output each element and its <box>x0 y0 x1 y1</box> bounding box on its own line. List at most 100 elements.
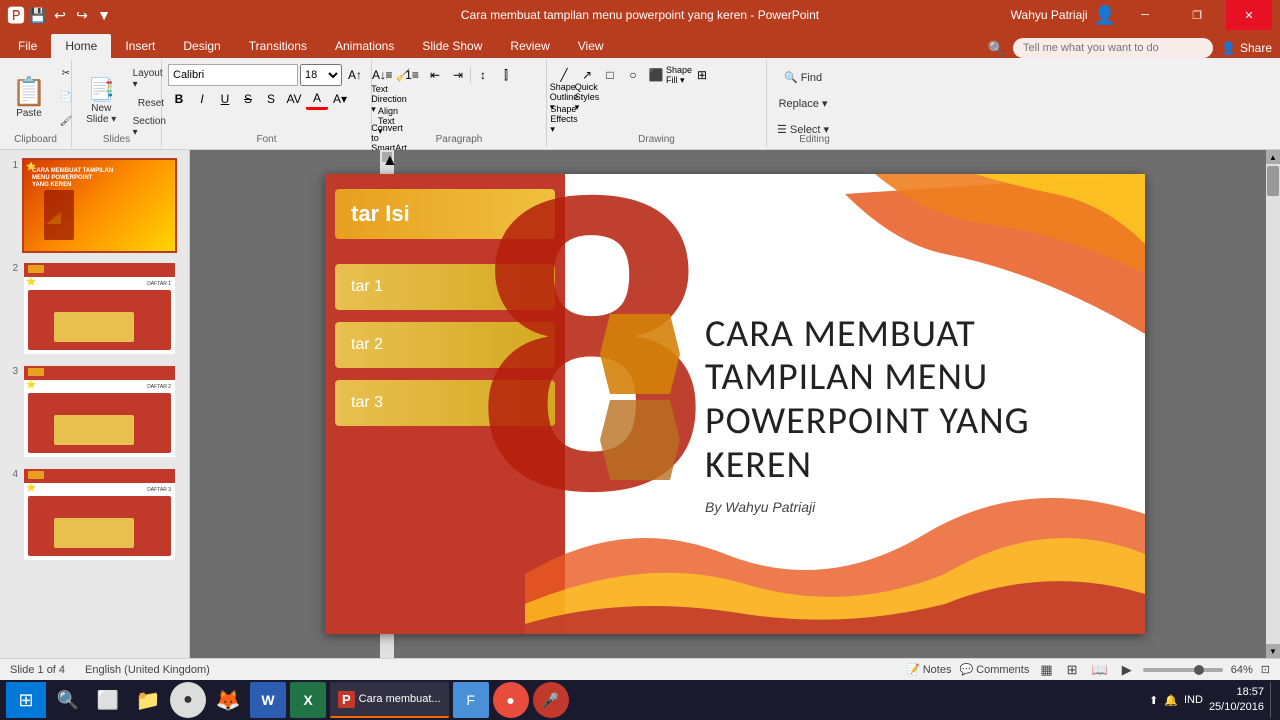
slide-preview-4[interactable]: DAFTAR 3 ⭐ <box>22 467 177 562</box>
tab-slide-show[interactable]: Slide Show <box>408 34 496 58</box>
tab-file[interactable]: File <box>4 34 51 58</box>
paste-button[interactable]: 📋 Paste <box>6 67 52 127</box>
taskbar-chrome-icon[interactable]: ● <box>170 682 206 718</box>
zoom-slider[interactable] <box>1143 668 1223 672</box>
main-area: 1 CARA MEMBUAT TAMPILANMENU POWERPOINTYA… <box>0 150 1280 658</box>
ribbon-tabs: File Home Insert Design Transitions Anim… <box>0 30 1280 58</box>
taskbar-show-desktop[interactable]: ⬆ <box>1149 694 1158 707</box>
taskbar-app5-icon[interactable]: F <box>453 682 489 718</box>
shadow-button[interactable]: S <box>260 88 282 110</box>
slide-preview-2[interactable]: DAFTAR 1 ⭐ <box>22 261 177 356</box>
user-name: Wahyu Patriaji <box>1011 8 1088 22</box>
arrange-button[interactable]: ⊞ <box>691 64 713 86</box>
start-button[interactable]: ⊞ <box>6 682 46 718</box>
font-label: Font <box>162 134 371 145</box>
normal-view-button[interactable]: ▦ <box>1037 662 1055 678</box>
taskbar-firefox-icon[interactable]: 🦊 <box>210 682 246 718</box>
slide-canvas[interactable]: tar Isi tar 1 tar 2 tar 3 8 <box>325 174 1145 634</box>
tab-insert[interactable]: Insert <box>111 34 169 58</box>
italic-button[interactable]: I <box>191 88 213 110</box>
minimize-button[interactable]: ─ <box>1122 0 1168 30</box>
drawing-label: Drawing <box>547 134 766 145</box>
tab-review[interactable]: Review <box>496 34 563 58</box>
shape-oval-icon[interactable]: ○ <box>622 64 644 86</box>
highlight-button[interactable]: A▾ <box>329 88 351 110</box>
strikethrough-button[interactable]: S <box>237 88 259 110</box>
restore-button[interactable]: ❐ <box>1174 0 1220 30</box>
customize-qat-icon[interactable]: ▼ <box>96 7 112 23</box>
slide4-label: DAFTAR 3 <box>147 487 171 493</box>
language-status: English (United Kingdom) <box>85 664 210 676</box>
wave-bottom-decoration <box>525 454 1145 634</box>
tab-transitions[interactable]: Transitions <box>235 34 321 58</box>
shape-effects-button[interactable]: Shape Effects ▾ <box>553 108 575 130</box>
title-bar-right: Wahyu Patriaji 👤 ─ ❐ ✕ <box>1011 0 1272 30</box>
shape-more-icon[interactable]: ⬛ <box>645 64 667 86</box>
tab-home[interactable]: Home <box>51 34 111 58</box>
slide-num-4: 4 <box>4 467 18 480</box>
title-bar-left: 🅿 💾 ↩ ↪ ▼ <box>8 7 112 23</box>
taskbar-explorer-icon[interactable]: 📁 <box>130 682 166 718</box>
taskbar-ppt-active[interactable]: P Cara membuat... <box>330 682 449 718</box>
slide-sorter-button[interactable]: ⊞ <box>1064 662 1081 678</box>
taskbar-app6-icon[interactable]: ● <box>493 682 529 718</box>
taskbar-excel-icon[interactable]: X <box>290 682 326 718</box>
canvas-scrollbar[interactable]: ▲ ▼ <box>1266 150 1280 658</box>
undo-icon[interactable]: ↩ <box>52 7 68 23</box>
taskbar-search-icon[interactable]: 🔍 <box>50 682 86 718</box>
tell-me-input[interactable] <box>1013 38 1213 58</box>
font-name-input[interactable] <box>168 64 298 86</box>
bold-button[interactable]: B <box>168 88 190 110</box>
tab-animations[interactable]: Animations <box>321 34 408 58</box>
comments-button[interactable]: 💬 Comments <box>959 663 1029 676</box>
slide-thumb-1[interactable]: 1 CARA MEMBUAT TAMPILANMENU POWERPOINTYA… <box>4 158 185 253</box>
columns-button[interactable]: ⫿ <box>495 64 517 86</box>
save-icon[interactable]: 💾 <box>30 7 46 23</box>
comments-icon: 💬 <box>959 663 973 676</box>
powerpoint-logo-icon: 🅿 <box>8 7 24 23</box>
underline-button[interactable]: U <box>214 88 236 110</box>
taskbar-taskview-icon[interactable]: ⬜ <box>90 682 126 718</box>
show-desktop-button[interactable] <box>1270 682 1274 718</box>
reading-view-button[interactable]: 📖 <box>1089 662 1111 678</box>
slide-thumb-2[interactable]: 2 DAFTAR 1 ⭐ <box>4 261 185 356</box>
redo-icon[interactable]: ↪ <box>74 7 90 23</box>
decrease-indent-button[interactable]: ⇤ <box>424 64 446 86</box>
slide-preview-1[interactable]: CARA MEMBUAT TAMPILANMENU POWERPOINTYANG… <box>22 158 177 253</box>
shape-fill-button[interactable]: Shape Fill ▾ <box>668 64 690 86</box>
quick-styles-button[interactable]: Quick Styles ▾ <box>576 86 598 108</box>
tab-design[interactable]: Design <box>169 34 234 58</box>
fit-to-window-button[interactable]: ⊡ <box>1261 663 1270 676</box>
shape-rect-icon[interactable]: □ <box>599 64 621 86</box>
editing-label: Editing <box>767 134 862 145</box>
char-spacing-button[interactable]: AV <box>283 88 305 110</box>
font-size-select[interactable]: 18 <box>300 64 342 86</box>
taskbar-notifications[interactable]: 🔔 <box>1164 694 1178 707</box>
share-button[interactable]: 👤Share <box>1221 41 1272 55</box>
slideshow-button[interactable]: ▶ <box>1119 662 1135 678</box>
notes-button[interactable]: 📝 Notes <box>906 663 951 676</box>
slide-preview-3[interactable]: DAFTAR 2 ⭐ <box>22 364 177 459</box>
font-color-button[interactable]: A <box>306 88 328 110</box>
replace-button[interactable]: Replace ▾ <box>773 92 833 114</box>
notes-icon: 📝 <box>906 663 920 676</box>
canvas-area[interactable]: ▲ tar Isi tar 1 <box>190 150 1280 658</box>
find-button[interactable]: 🔍 Find <box>773 66 833 88</box>
zoom-thumb[interactable] <box>1194 665 1204 675</box>
font-grow-button[interactable]: A↑ <box>344 64 366 86</box>
line-spacing-button[interactable]: ↕ <box>472 64 494 86</box>
drawing-group: ╱ ↗ □ ○ ⬛ Shape Fill ▾ ⊞ Shape Outline ▾… <box>547 60 767 147</box>
paragraph-label: Paragraph <box>372 134 546 145</box>
clipboard-top: 📋 Paste ✂ 📄 🖌 <box>6 62 78 132</box>
slide-thumb-4[interactable]: 4 DAFTAR 3 ⭐ <box>4 467 185 562</box>
taskbar-word-icon[interactable]: W <box>250 682 286 718</box>
new-slide-button[interactable]: 📑 New Slide ▾ <box>78 71 125 131</box>
tab-view[interactable]: View <box>564 34 618 58</box>
increase-indent-button[interactable]: ⇥ <box>447 64 469 86</box>
status-right: 📝 Notes 💬 Comments ▦ ⊞ 📖 ▶ 64% ⊡ <box>906 662 1270 678</box>
taskbar-app7-icon[interactable]: 🎤 <box>533 682 569 718</box>
taskbar-right: ⬆ 🔔 IND 18:57 25/10/2016 <box>1149 682 1274 718</box>
zoom-level: 64% <box>1231 664 1253 676</box>
slide-thumb-3[interactable]: 3 DAFTAR 2 ⭐ <box>4 364 185 459</box>
close-button[interactable]: ✕ <box>1226 0 1272 30</box>
